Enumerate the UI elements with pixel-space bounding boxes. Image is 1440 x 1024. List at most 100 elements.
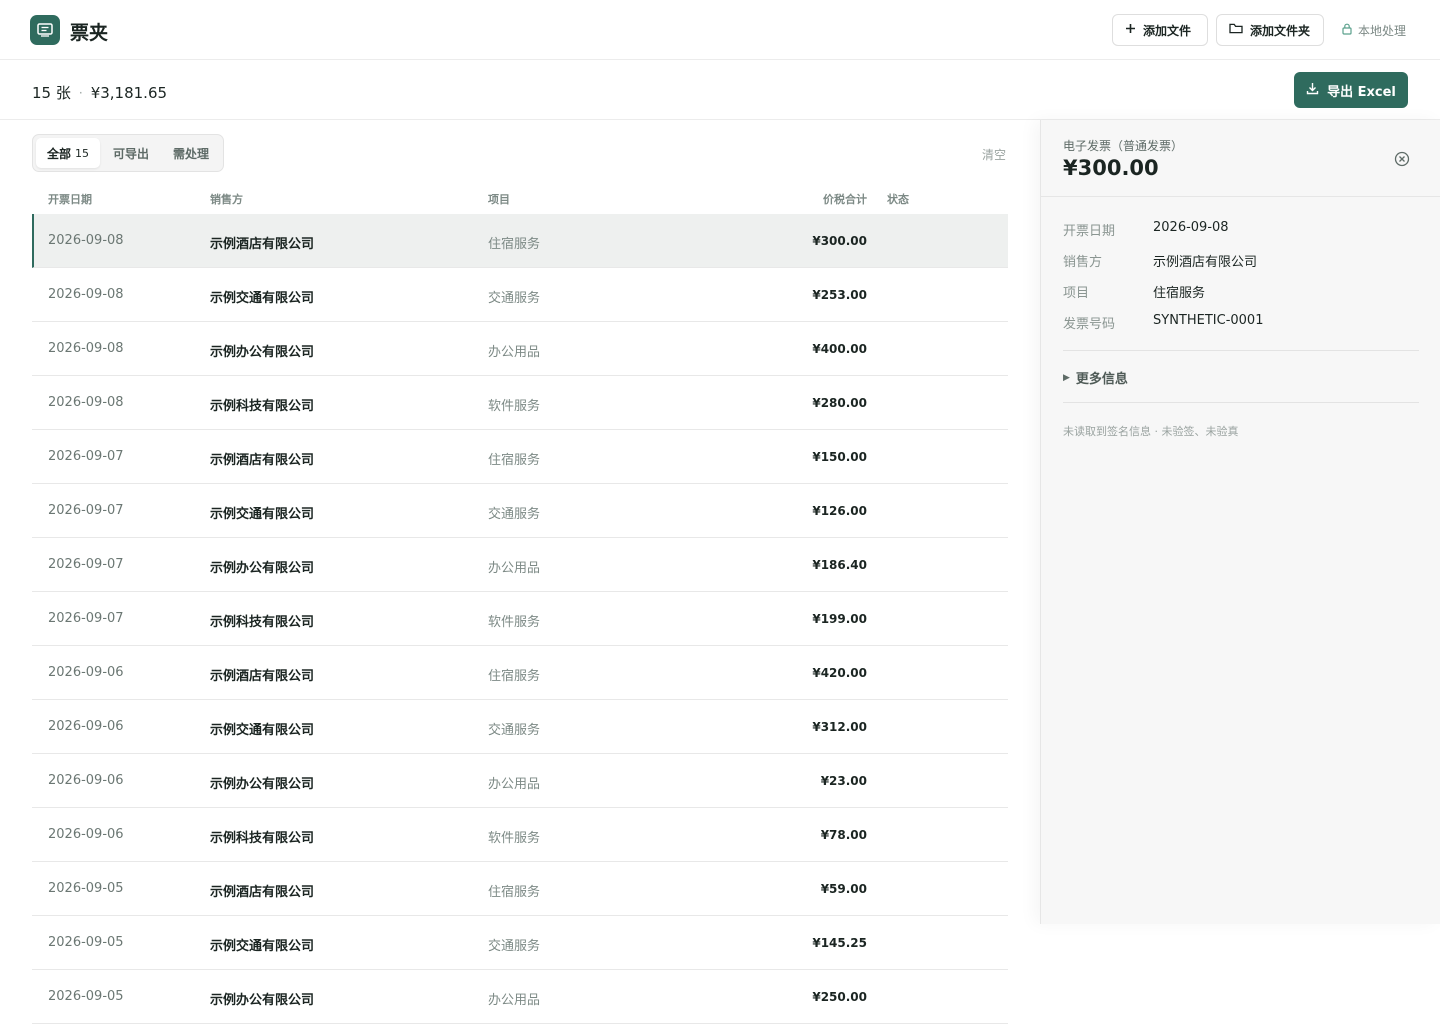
add-folder-button[interactable]: 添加文件夹 (1216, 14, 1324, 46)
table-row[interactable]: 2026-09-06 示例办公有限公司 办公用品 ¥23.00 (32, 754, 1008, 808)
table-row[interactable]: 2026-09-08 示例办公有限公司 办公用品 ¥400.00 (32, 322, 1008, 376)
app-logo-icon (30, 15, 60, 45)
row-seller: 示例科技有限公司 (210, 831, 315, 846)
plus-icon (1125, 23, 1136, 37)
row-item: 交通服务 (488, 939, 541, 954)
folder-icon (1229, 23, 1243, 37)
column-header-seller[interactable]: 销售方 (210, 191, 243, 207)
summary-text: 15 张 · ¥3,181.65 (32, 82, 167, 103)
row-seller: 示例办公有限公司 (210, 345, 315, 360)
detail-divider (1063, 350, 1419, 351)
table-row[interactable]: 2026-09-06 示例酒店有限公司 住宿服务 ¥420.00 (32, 646, 1008, 700)
row-item: 住宿服务 (488, 453, 541, 468)
row-date: 2026-09-08 (48, 395, 124, 410)
tab-all[interactable]: 全部 15 (36, 138, 101, 168)
invoice-detail-panel: 电子发票（普通发票） ¥300.00 开票日期 2026-09-08 销售方 示… (1040, 120, 1440, 924)
detail-field-value: 住宿服务 (1153, 286, 1206, 301)
row-item: 软件服务 (488, 831, 541, 846)
row-item: 软件服务 (488, 615, 541, 630)
clear-button[interactable]: 清空 (982, 146, 1006, 163)
row-amount: ¥400.00 (812, 342, 867, 356)
detail-field-label: 发票号码 (1063, 317, 1116, 332)
row-item: 办公用品 (488, 777, 541, 792)
detail-field-value: 示例酒店有限公司 (1153, 255, 1258, 270)
row-date: 2026-09-08 (48, 341, 124, 356)
tab-all-count: 15 (75, 146, 90, 160)
row-date: 2026-09-07 (48, 557, 124, 572)
app-title: 票夹 (70, 22, 109, 44)
row-amount: ¥312.00 (812, 720, 867, 734)
table-row[interactable]: 2026-09-07 示例交通有限公司 交通服务 ¥126.00 (32, 484, 1008, 538)
detail-amount: ¥300.00 (1063, 156, 1159, 180)
detail-field-label: 项目 (1063, 286, 1090, 301)
column-header-amount[interactable]: 价税合计 (823, 191, 867, 207)
row-date: 2026-09-07 (48, 611, 124, 626)
table-row[interactable]: 2026-09-08 示例酒店有限公司 住宿服务 ¥300.00 (32, 214, 1008, 268)
row-date: 2026-09-05 (48, 989, 124, 1004)
tab-exportable[interactable]: 可导出 (102, 138, 160, 168)
detail-field-invoice-number: 发票号码 SYNTHETIC-0001 (1063, 310, 1419, 341)
column-header-date[interactable]: 开票日期 (48, 191, 92, 207)
row-item: 办公用品 (488, 561, 541, 576)
invoice-table: 2026-09-08 示例酒店有限公司 住宿服务 ¥300.00 2026-09… (32, 214, 1008, 1024)
row-date: 2026-09-08 (48, 233, 124, 248)
row-date: 2026-09-06 (48, 719, 124, 734)
table-row[interactable]: 2026-09-07 示例酒店有限公司 住宿服务 ¥150.00 (32, 430, 1008, 484)
row-amount: ¥253.00 (812, 288, 867, 302)
row-seller: 示例科技有限公司 (210, 399, 315, 414)
row-item: 交通服务 (488, 723, 541, 738)
detail-field-value: 2026-09-08 (1153, 220, 1229, 235)
add-file-button[interactable]: 添加文件 (1112, 14, 1208, 46)
tab-needs-action-label: 需处理 (173, 146, 210, 161)
row-item: 住宿服务 (488, 885, 541, 900)
filter-tabs: 全部 15 可导出 需处理 (32, 134, 225, 172)
row-date: 2026-09-06 (48, 827, 124, 842)
row-amount: ¥23.00 (820, 774, 867, 788)
row-date: 2026-09-08 (48, 287, 124, 302)
more-info-toggle[interactable]: ▶ 更多信息 (1063, 368, 1128, 387)
export-excel-label: 导出 Excel (1327, 84, 1396, 100)
row-seller: 示例交通有限公司 (210, 723, 315, 738)
row-seller: 示例交通有限公司 (210, 939, 315, 954)
row-item: 软件服务 (488, 399, 541, 414)
row-item: 交通服务 (488, 507, 541, 522)
column-header-status[interactable]: 状态 (887, 191, 909, 207)
lock-icon (1342, 23, 1352, 38)
row-item: 办公用品 (488, 993, 541, 1008)
row-seller: 示例交通有限公司 (210, 291, 315, 306)
table-row[interactable]: 2026-09-05 示例酒店有限公司 住宿服务 ¥59.00 (32, 862, 1008, 916)
row-amount: ¥78.00 (820, 828, 867, 842)
row-seller: 示例酒店有限公司 (210, 453, 315, 468)
row-amount: ¥145.25 (812, 936, 867, 950)
add-file-label: 添加文件 (1143, 23, 1192, 38)
table-row[interactable]: 2026-09-07 示例办公有限公司 办公用品 ¥186.40 (32, 538, 1008, 592)
table-row[interactable]: 2026-09-05 示例交通有限公司 交通服务 ¥145.25 (32, 916, 1008, 970)
row-seller: 示例科技有限公司 (210, 615, 315, 630)
table-row[interactable]: 2026-09-08 示例交通有限公司 交通服务 ¥253.00 (32, 268, 1008, 322)
detail-field-value: SYNTHETIC-0001 (1153, 313, 1264, 328)
row-amount: ¥199.00 (812, 612, 867, 626)
detail-divider (1063, 402, 1419, 403)
row-amount: ¥186.40 (812, 558, 867, 572)
table-row[interactable]: 2026-09-06 示例科技有限公司 软件服务 ¥78.00 (32, 808, 1008, 862)
detail-field-date: 开票日期 2026-09-08 (1063, 217, 1419, 248)
table-row[interactable]: 2026-09-05 示例办公有限公司 办公用品 ¥250.00 (32, 970, 1008, 1024)
tab-needs-action[interactable]: 需处理 (162, 138, 220, 168)
table-row[interactable]: 2026-09-07 示例科技有限公司 软件服务 ¥199.00 (32, 592, 1008, 646)
table-row[interactable]: 2026-09-06 示例交通有限公司 交通服务 ¥312.00 (32, 700, 1008, 754)
row-date: 2026-09-07 (48, 449, 124, 464)
detail-field-label: 销售方 (1063, 255, 1103, 270)
summary-bar: 15 张 · ¥3,181.65 导出 Excel (0, 60, 1440, 120)
row-date: 2026-09-06 (48, 665, 124, 680)
row-seller: 示例酒店有限公司 (210, 669, 315, 684)
row-seller: 示例酒店有限公司 (210, 237, 315, 252)
row-amount: ¥126.00 (812, 504, 867, 518)
download-icon (1306, 82, 1319, 99)
close-circle-icon[interactable] (1393, 150, 1411, 168)
column-header-item[interactable]: 项目 (488, 191, 510, 207)
detail-invoice-type: 电子发票（普通发票） (1063, 139, 1184, 153)
table-header: 开票日期 销售方 项目 价税合计 状态 (32, 182, 1008, 214)
row-seller: 示例办公有限公司 (210, 993, 315, 1008)
export-excel-button[interactable]: 导出 Excel (1294, 72, 1408, 108)
table-row[interactable]: 2026-09-08 示例科技有限公司 软件服务 ¥280.00 (32, 376, 1008, 430)
